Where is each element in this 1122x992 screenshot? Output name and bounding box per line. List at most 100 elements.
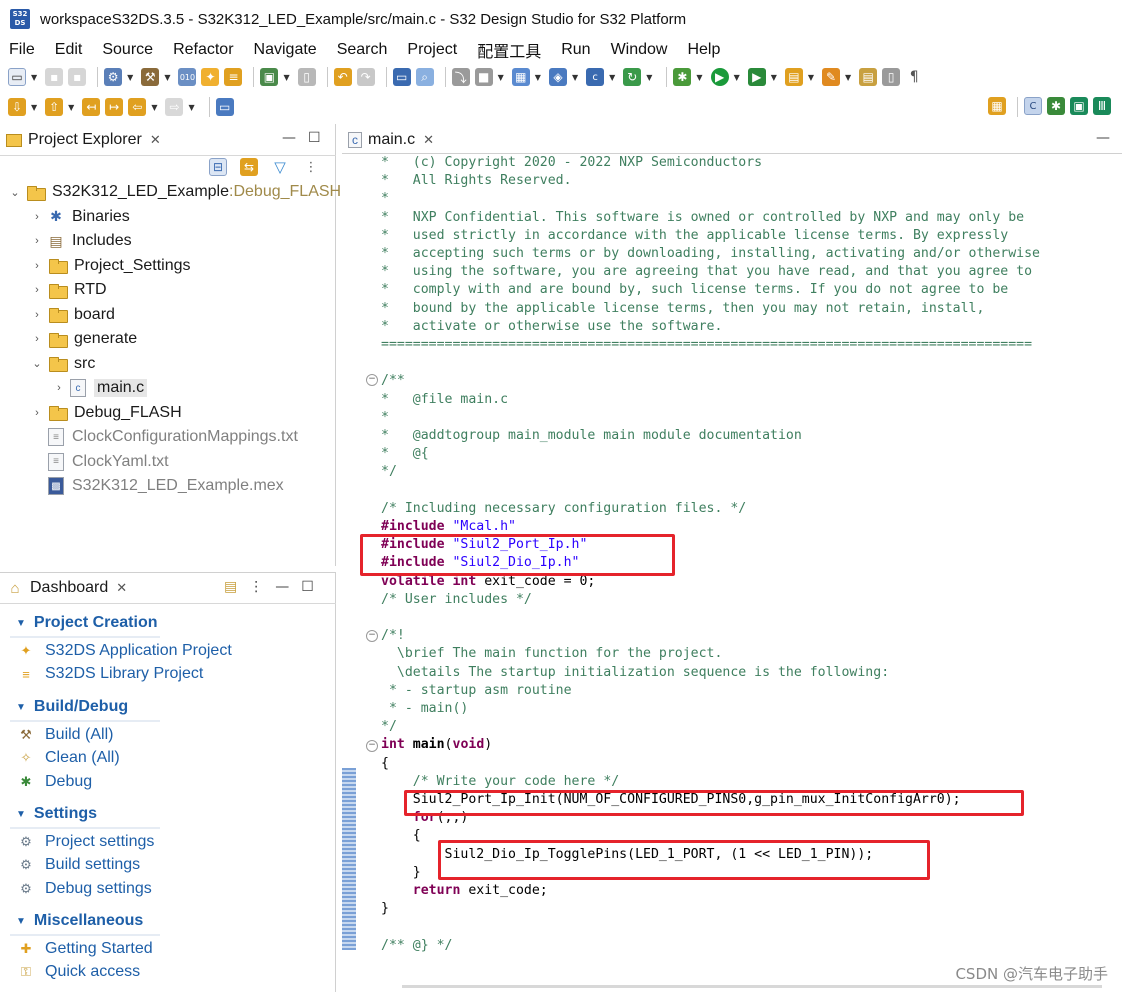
run-icon[interactable]: ▶ (710, 68, 729, 86)
stop-icon[interactable]: ■ (474, 68, 493, 86)
last-edit-icon[interactable]: ↤ (82, 98, 101, 116)
terminal-icon[interactable]: ▣ (260, 68, 279, 86)
chevron-down-icon[interactable]: ▼ (696, 73, 702, 82)
chevron-right-icon[interactable]: › (52, 382, 66, 394)
debug-perspective-icon[interactable]: ✱ (1047, 97, 1065, 115)
chevron-down-icon[interactable]: ▼ (16, 618, 26, 629)
dashboard-link[interactable]: ⚙ Debug settings (16, 880, 152, 898)
tree-item[interactable]: › c main.c (52, 376, 148, 400)
tree-item[interactable]: › board (30, 303, 115, 327)
save-all-icon[interactable]: ▪ (68, 68, 87, 86)
chevron-right-icon[interactable]: › (30, 309, 44, 321)
pen-icon[interactable]: ✎ (822, 68, 841, 86)
redo-icon[interactable]: ↷ (356, 68, 375, 86)
page-icon[interactable]: ▯ (882, 68, 901, 86)
c-perspective-icon[interactable]: C (1024, 97, 1042, 115)
chevron-down-icon[interactable]: ▼ (127, 73, 133, 82)
menu-item[interactable]: Search (337, 41, 388, 59)
undo-icon[interactable]: ↶ (333, 68, 352, 86)
fold-toggle-icon[interactable]: − (366, 630, 378, 642)
chevron-down-icon[interactable]: ▼ (572, 73, 578, 82)
tab-project-explorer[interactable]: Project Explorer ✕ (6, 126, 161, 154)
menu-item[interactable]: Window (611, 41, 668, 59)
tab-main-c[interactable]: c main.c ✕ (348, 126, 434, 154)
gear-icon[interactable]: ⚙ (104, 68, 123, 86)
dashboard-link[interactable]: ⚿ Quick access (16, 963, 140, 981)
pin-editor-icon[interactable]: ▭ (215, 98, 234, 116)
close-icon[interactable]: ✕ (150, 132, 161, 148)
document-icon[interactable]: ▯ (297, 68, 316, 86)
view-menu-icon[interactable]: ⋮ (302, 158, 320, 176)
layers-icon[interactable]: ≡ (224, 68, 243, 86)
filter-icon[interactable]: ▽ (271, 158, 289, 176)
chevron-down-icon[interactable]: ▼ (16, 702, 26, 713)
link-editor-icon[interactable]: ⇆ (240, 158, 258, 176)
maximize-icon[interactable]: ☐ (301, 579, 314, 595)
chevron-down-icon[interactable]: ⌄ (30, 357, 44, 370)
menu-item[interactable]: 配置工具 (477, 38, 541, 62)
chevron-right-icon[interactable]: › (30, 284, 44, 296)
refresh-icon[interactable]: ↻ (623, 68, 642, 86)
pins-perspective-icon[interactable]: Ⅲ (1093, 97, 1111, 115)
dashboard-section-header[interactable]: ▼ Build/Debug (16, 698, 128, 716)
chevron-down-icon[interactable]: ▼ (498, 73, 504, 82)
chevron-down-icon[interactable]: ▼ (535, 73, 541, 82)
chevron-down-icon[interactable]: ▼ (164, 73, 170, 82)
horizontal-scrollbar[interactable] (402, 985, 1102, 988)
c-file-icon[interactable]: c (586, 68, 605, 86)
chevron-down-icon[interactable]: ⌄ (8, 186, 22, 199)
maximize-icon[interactable]: ☐ (308, 130, 321, 146)
chevron-down-icon[interactable]: ▼ (31, 73, 37, 82)
chevron-down-icon[interactable]: ▼ (845, 73, 851, 82)
note-icon[interactable]: ▤ (859, 68, 878, 86)
dashboard-link[interactable]: ✱ Debug (16, 773, 93, 791)
chevron-down-icon[interactable]: ▼ (31, 103, 37, 112)
chevron-down-icon[interactable]: ▼ (151, 103, 157, 112)
fold-toggle-icon[interactable]: − (366, 740, 378, 752)
view-menu-icon[interactable]: ⋮ (249, 579, 263, 595)
tree-item[interactable]: › generate (30, 327, 137, 351)
fold-toggle-icon[interactable]: − (366, 374, 378, 386)
new-icon[interactable]: ▭ (8, 68, 26, 86)
chevron-right-icon[interactable]: › (30, 235, 44, 247)
dashboard-section-header[interactable]: ▼ Miscellaneous (16, 912, 143, 930)
chevron-right-icon[interactable]: › (30, 333, 44, 345)
prev-annotation-icon[interactable]: ⇧ (45, 98, 64, 116)
chevron-right-icon[interactable]: › (30, 260, 44, 272)
tree-item[interactable]: › RTD (30, 278, 107, 302)
chevron-down-icon[interactable]: ▼ (646, 73, 652, 82)
tree-item[interactable]: › Project_Settings (30, 254, 191, 278)
tree-item[interactable]: ⌄ S32K312_LED_Example: Debug_FLASH (8, 180, 341, 204)
new-project-icon[interactable]: ✦ (201, 68, 220, 86)
tree-item[interactable]: ≡ ClockConfigurationMappings.txt (30, 425, 298, 449)
tree-item[interactable]: › Debug_FLASH (30, 401, 182, 425)
bug-icon[interactable]: ✱ (673, 68, 692, 86)
menu-item[interactable]: Edit (55, 41, 83, 59)
pilcrow-icon[interactable]: ¶ (905, 68, 924, 86)
save-icon[interactable]: ▪ (45, 68, 64, 86)
menu-item[interactable]: Project (407, 41, 457, 59)
dashboard-link[interactable]: ≡ S32DS Library Project (16, 665, 203, 683)
minimize-icon[interactable]: — (1096, 130, 1110, 146)
monitor-icon[interactable]: ▭ (392, 68, 411, 86)
step-icon[interactable]: ⤵ (451, 68, 470, 86)
search-icon[interactable]: ⌕ (415, 68, 434, 86)
tab-dashboard[interactable]: ⌂ Dashboard ✕ (6, 574, 127, 602)
dashboard-link[interactable]: ✧ Clean (All) (16, 749, 120, 767)
chevron-down-icon[interactable]: ▼ (68, 103, 74, 112)
chevron-down-icon[interactable]: ▼ (609, 73, 615, 82)
dashboard-link[interactable]: ⚙ Build settings (16, 856, 140, 874)
dashboard-section-header[interactable]: ▼ Project Creation (16, 614, 158, 632)
chevron-down-icon[interactable]: ▼ (283, 73, 289, 82)
forward-edit-icon[interactable]: ↦ (105, 98, 124, 116)
menu-item[interactable]: Source (102, 41, 153, 59)
dashboard-link[interactable]: ⚙ Project settings (16, 833, 154, 851)
tree-item[interactable]: ▩ S32K312_LED_Example.mex (30, 474, 284, 498)
collapse-all-icon[interactable]: ⊟ (209, 158, 227, 176)
chevron-down-icon[interactable]: ▼ (808, 73, 814, 82)
chevron-right-icon[interactable]: › (30, 211, 44, 223)
dashboard-link[interactable]: ✦ S32DS Application Project (16, 642, 232, 660)
minimize-icon[interactable]: — (275, 579, 289, 595)
chevron-down-icon[interactable]: ▼ (16, 916, 26, 927)
next-annotation-icon[interactable]: ⇩ (8, 98, 26, 116)
